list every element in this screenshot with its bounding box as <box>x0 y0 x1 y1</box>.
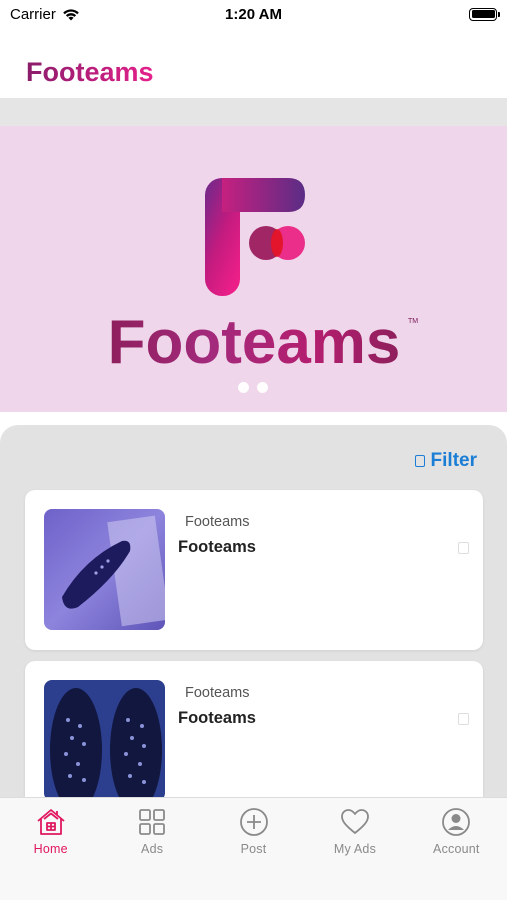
trademark-mark: TM <box>408 318 419 325</box>
status-left: Carrier <box>10 6 80 23</box>
brand-text: Footeams <box>26 57 154 87</box>
status-bar: Carrier 1:20 AM <box>0 0 507 28</box>
banner-top-gap <box>0 98 507 126</box>
battery-icon <box>469 7 500 21</box>
filter-button[interactable]: Filter <box>414 450 477 472</box>
carousel-dot[interactable] <box>257 382 268 393</box>
listing-category: Footeams <box>185 514 250 530</box>
tab-ads[interactable]: Ads <box>101 798 202 900</box>
plus-circle-icon <box>239 808 268 836</box>
tab-label: Account <box>433 842 480 856</box>
listing-title[interactable]: Footeams <box>178 709 256 728</box>
carousel-dot[interactable] <box>238 382 249 393</box>
brand-logo: Footeams <box>26 57 154 87</box>
shoe-insole-photo <box>44 509 165 630</box>
listing-title[interactable]: Footeams <box>178 538 256 557</box>
listing-panel: Filter Footeams Footeams Footeams Footea… <box>0 425 507 805</box>
filter-label: Filter <box>430 450 477 471</box>
favorite-checkbox[interactable] <box>458 542 469 554</box>
listing-category: Footeams <box>185 685 250 701</box>
tab-account[interactable]: Account <box>406 798 507 900</box>
bottom-tab-bar: Home Ads Post My Ads Account <box>0 797 507 900</box>
wifi-icon <box>63 8 79 20</box>
dotted-insoles-photo <box>44 680 165 801</box>
home-icon <box>37 809 65 835</box>
tab-label: Home <box>33 842 68 856</box>
grid-icon <box>139 809 166 835</box>
listing-card[interactable]: Footeams Footeams <box>25 490 483 650</box>
banner-wordmark-text: Footeams <box>108 308 401 377</box>
listing-thumbnail[interactable] <box>44 509 165 630</box>
favorite-checkbox[interactable] <box>458 713 469 725</box>
filter-icon <box>414 455 425 467</box>
user-circle-icon <box>442 808 471 836</box>
listing-thumbnail[interactable] <box>44 680 165 801</box>
tab-label: My Ads <box>333 842 377 856</box>
tab-home[interactable]: Home <box>0 798 101 900</box>
carrier-label: Carrier <box>10 5 56 23</box>
tab-my-ads[interactable]: My Ads <box>304 798 405 900</box>
app-header: Footeams <box>0 46 507 98</box>
banner-wordmark: Footeams <box>108 308 401 377</box>
listing-card[interactable]: Footeams Footeams <box>25 661 483 805</box>
carousel-dots <box>238 382 268 393</box>
tab-label: Post <box>240 842 267 856</box>
tab-post[interactable]: Post <box>203 798 304 900</box>
tab-label: Ads <box>141 842 164 856</box>
heart-icon <box>341 809 369 834</box>
